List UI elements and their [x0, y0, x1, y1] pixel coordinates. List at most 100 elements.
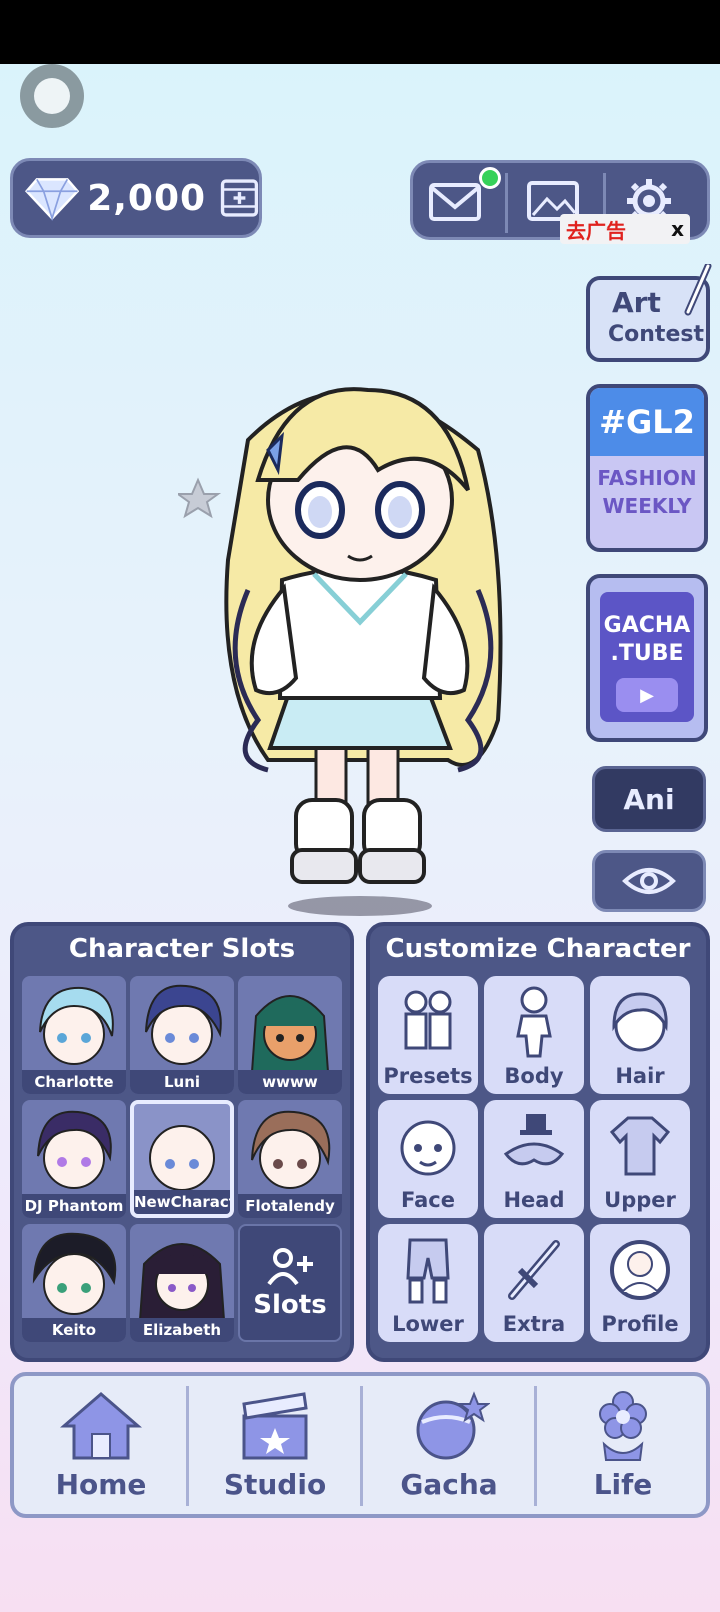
toolbar-divider	[505, 173, 508, 233]
character-preview[interactable]	[178, 360, 528, 920]
body-icon	[516, 986, 552, 1058]
add-person-icon	[267, 1248, 313, 1286]
add-gems-icon[interactable]	[220, 175, 259, 221]
face-icon	[400, 1120, 456, 1176]
pencil-icon	[684, 264, 712, 316]
fashion-line: FASHION	[597, 466, 697, 490]
add-slots-button[interactable]: Slots	[238, 1224, 342, 1342]
customize-hair[interactable]: Hair	[590, 976, 690, 1094]
head-label: Head	[503, 1188, 565, 1212]
hair-icon	[612, 992, 668, 1052]
clapperboard-icon	[242, 1392, 308, 1460]
hair-label: Hair	[615, 1064, 665, 1088]
shorts-icon	[406, 1238, 450, 1304]
house-icon	[60, 1392, 142, 1460]
bottom-nav: Home Studio Gacha Life	[10, 1372, 710, 1518]
slot-name: Charlotte	[22, 1070, 126, 1094]
upper-label: Upper	[604, 1188, 676, 1212]
play-icon: ▶	[616, 678, 678, 712]
notification-dot	[479, 167, 501, 189]
newcharacter-avatar	[149, 1125, 215, 1191]
gem-count: 2,000	[87, 177, 207, 219]
character-slots-title: Character Slots	[68, 934, 296, 964]
tube-screen: GACHA .TUBE ▶	[600, 592, 694, 722]
profile-label: Profile	[601, 1312, 679, 1336]
gl2-tag: #GL2	[599, 403, 695, 441]
gem-counter[interactable]: 2,000	[10, 158, 262, 238]
face-label: Face	[401, 1188, 455, 1212]
sword-icon	[508, 1240, 560, 1300]
close-icon[interactable]: x	[671, 217, 684, 241]
slot-name: Keito	[22, 1318, 126, 1342]
slot-elizabeth[interactable]: Elizabeth	[130, 1224, 234, 1342]
status-bar	[0, 0, 720, 64]
gacha-orb-icon	[416, 1391, 490, 1460]
presets-icon	[404, 990, 452, 1050]
customize-lower[interactable]: Lower	[378, 1224, 478, 1342]
mail-icon[interactable]	[427, 177, 483, 225]
presets-label: Presets	[383, 1064, 473, 1088]
wwww-avatar	[250, 995, 330, 1072]
slot-wwww[interactable]: wwww	[238, 976, 342, 1094]
body-label: Body	[504, 1064, 564, 1088]
gacha-tube-button[interactable]: GACHA .TUBE ▶	[586, 574, 708, 742]
lower-label: Lower	[392, 1312, 464, 1336]
menu-round-button[interactable]	[20, 64, 84, 128]
nav-life[interactable]: Life	[536, 1376, 710, 1514]
extra-label: Extra	[502, 1312, 566, 1336]
slot-luni[interactable]: Luni	[130, 976, 234, 1094]
nav-studio[interactable]: Studio	[188, 1376, 362, 1514]
studio-label: Studio	[223, 1468, 327, 1501]
art-contest-line1: Art	[612, 286, 661, 319]
customize-profile[interactable]: Profile	[590, 1224, 690, 1342]
customize-extra[interactable]: Extra	[484, 1224, 584, 1342]
life-label: Life	[593, 1468, 653, 1501]
nav-gacha[interactable]: Gacha	[362, 1376, 536, 1514]
slot-dj-phantom[interactable]: DJ Phantom	[22, 1100, 126, 1218]
art-contest-line2: Contest	[608, 322, 704, 347]
profile-icon	[610, 1240, 670, 1300]
customize-character-title: Customize Character	[385, 934, 691, 964]
elizabeth-avatar	[138, 1243, 226, 1320]
character-slots-panel: Character Slots Charlotte Luni wwww DJ P…	[10, 922, 354, 1362]
customize-presets[interactable]: Presets	[378, 976, 478, 1094]
slot-charlotte[interactable]: Charlotte	[22, 976, 126, 1094]
luni-avatar	[145, 984, 222, 1065]
weekly-line: WEEKLY	[602, 494, 692, 518]
eye-toggle-button[interactable]	[592, 850, 706, 912]
customize-character-panel: Customize Character Presets Body Hair Fa…	[366, 922, 710, 1362]
fashion-weekly-button[interactable]: #GL2 FASHION WEEKLY	[586, 384, 708, 552]
ani-label: Ani	[623, 782, 675, 816]
slot-flotalendy[interactable]: Flotalendy	[238, 1100, 342, 1218]
shirt-icon	[609, 1116, 671, 1176]
slot-keito[interactable]: Keito	[22, 1224, 126, 1342]
keito-avatar	[32, 1232, 117, 1315]
slot-name: Elizabeth	[130, 1318, 234, 1342]
slot-newcharacter[interactable]: NewCharacte	[130, 1100, 234, 1218]
slots-label: Slots	[253, 1290, 327, 1320]
home-label: Home	[55, 1468, 147, 1501]
nav-home[interactable]: Home	[14, 1376, 188, 1514]
eye-icon	[622, 868, 676, 894]
gacha-label: Gacha	[400, 1468, 498, 1501]
gacha-tube-line1: GACHA	[603, 613, 691, 638]
fashion-weekly-label: FASHION WEEKLY	[590, 464, 704, 520]
customize-head[interactable]: Head	[484, 1100, 584, 1218]
customize-face[interactable]: Face	[378, 1100, 478, 1218]
gl2-header: #GL2	[590, 388, 704, 456]
remove-ads-label: 去广告	[566, 218, 626, 243]
art-contest-button[interactable]: Art Contest	[586, 264, 712, 362]
slot-name: Luni	[130, 1070, 234, 1094]
flower-icon	[599, 1391, 647, 1461]
charlotte-avatar	[39, 986, 114, 1065]
dj-phantom-avatar	[37, 1110, 112, 1189]
slot-name: DJ Phantom	[22, 1194, 126, 1218]
slot-name: wwww	[238, 1070, 342, 1094]
ani-button[interactable]: Ani	[592, 766, 706, 832]
customize-upper[interactable]: Upper	[590, 1100, 690, 1218]
customize-body[interactable]: Body	[484, 976, 584, 1094]
top-hat-icon	[503, 1114, 565, 1166]
slot-name: NewCharacte	[134, 1190, 230, 1214]
remove-ads-tag[interactable]: 去广告 x	[560, 214, 690, 244]
gacha-tube-line2: .TUBE	[610, 641, 684, 666]
